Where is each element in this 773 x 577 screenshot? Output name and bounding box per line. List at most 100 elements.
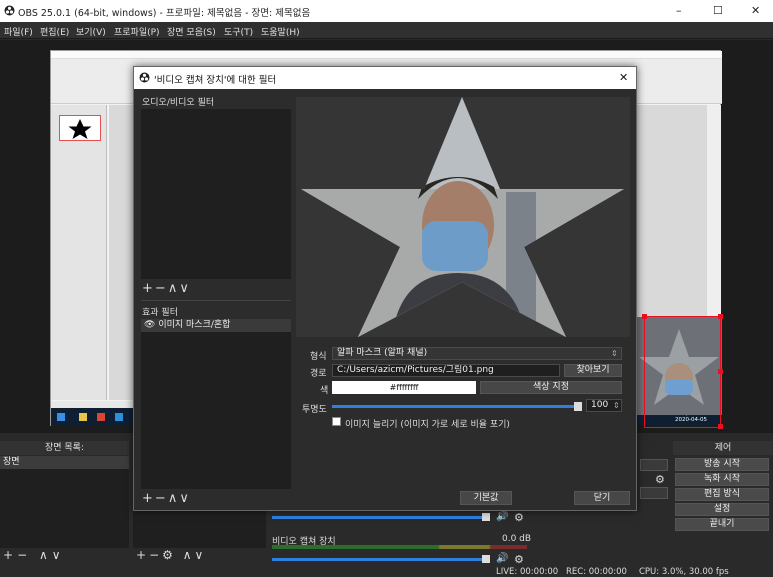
- scene-item[interactable]: 장면: [0, 456, 129, 469]
- menu-scene-collection[interactable]: 장면 모음(S): [167, 25, 216, 38]
- path-input[interactable]: C:/Users/azicm/Pictures/그림01.png: [332, 364, 560, 377]
- menu-file[interactable]: 파일(F): [4, 25, 33, 38]
- transition-duration[interactable]: [640, 487, 668, 499]
- menu-bar: 파일(F) 편집(E) 보기(V) 프로파일(P) 장면 모음(S) 도구(T)…: [0, 22, 773, 39]
- obs-logo-icon: [4, 5, 15, 16]
- browser-icon: [115, 413, 123, 421]
- source-selection-box[interactable]: [644, 316, 721, 428]
- rec-status: REC: 00:00:00: [566, 567, 627, 577]
- speaker-icon-2[interactable]: 🔊: [496, 553, 508, 564]
- scenes-dock-title: 장면 목록:: [0, 441, 129, 455]
- audio-video-filters-label: 오디오/비디오 필터: [142, 98, 215, 108]
- mixer-gear-icon[interactable]: ⚙: [514, 511, 524, 524]
- captured-slide-thumb: [59, 115, 101, 141]
- menu-profile[interactable]: 프로파일(P): [114, 25, 160, 38]
- opacity-slider-handle[interactable]: [574, 402, 582, 411]
- filter-preview: [296, 97, 630, 337]
- transition-gear-icon[interactable]: ⚙: [655, 473, 665, 486]
- captured-titlebar: [51, 51, 722, 59]
- scenes-list[interactable]: 장면: [0, 456, 129, 548]
- av-filter-down-button[interactable]: ∨: [179, 281, 191, 296]
- add-source-button[interactable]: +: [136, 548, 149, 562]
- folder-icon: [79, 413, 87, 421]
- scenes-footer: +− ∧∨: [3, 548, 65, 562]
- remove-av-filter-button[interactable]: −: [155, 281, 168, 296]
- browse-button[interactable]: 찾아보기: [564, 364, 622, 377]
- mixer-slider-handle-2[interactable]: [482, 555, 490, 563]
- sources-footer: +−⚙ ∧∨: [136, 548, 206, 562]
- mixer-gear-icon-2[interactable]: ⚙: [514, 553, 524, 566]
- resize-handle-tl[interactable]: [642, 314, 647, 319]
- studio-mode-button[interactable]: 편집 방식: [675, 488, 769, 501]
- add-effect-filter-button[interactable]: +: [142, 491, 155, 506]
- type-label: 형식: [310, 352, 327, 362]
- mixer-slider-2[interactable]: [272, 558, 482, 561]
- remove-effect-filter-button[interactable]: −: [155, 491, 168, 506]
- maximize-button[interactable]: ☐: [713, 4, 723, 17]
- star-masked-webcam-icon: [296, 97, 630, 337]
- type-select-value: 알파 마스크 (알파 채널): [337, 348, 428, 358]
- mixer-slider-handle-1[interactable]: [482, 513, 490, 521]
- dialog-title: '비디오 캡쳐 장치'에 대한 필터: [154, 75, 277, 86]
- settings-button[interactable]: 설정: [675, 503, 769, 516]
- speaker-icon[interactable]: 🔊: [496, 511, 508, 522]
- chevron-updown-icon: ⇕: [611, 349, 618, 358]
- av-filter-up-button[interactable]: ∧: [168, 281, 180, 296]
- start-streaming-button[interactable]: 방송 시작: [675, 458, 769, 471]
- title-bar: OBS 25.0.1 (64-bit, windows) - 프로파일: 제목없…: [0, 0, 773, 22]
- spin-updown-icon[interactable]: ⇕: [613, 400, 620, 411]
- add-av-filter-button[interactable]: +: [142, 281, 155, 296]
- resize-handle-br[interactable]: [718, 424, 723, 429]
- color-label: 색: [320, 386, 329, 396]
- mixer-slider-1[interactable]: [272, 516, 482, 519]
- defaults-button[interactable]: 기본값: [460, 491, 512, 505]
- audio-video-filters-list[interactable]: [141, 109, 291, 279]
- eye-icon[interactable]: 👁: [144, 320, 155, 330]
- close-button[interactable]: ✕: [751, 4, 760, 17]
- mixer-channel-db: 0.0 dB: [502, 534, 532, 544]
- opacity-value: 100: [591, 400, 609, 410]
- menu-help[interactable]: 도움말(H): [261, 25, 300, 38]
- controls-dock-title: 제어: [673, 441, 773, 455]
- menu-view[interactable]: 보기(V): [76, 25, 106, 38]
- type-select[interactable]: 알파 마스크 (알파 채널) ⇕: [332, 347, 622, 360]
- resize-handle-r[interactable]: [718, 369, 723, 374]
- resize-handle-tr[interactable]: [718, 314, 723, 319]
- menu-tools[interactable]: 도구(T): [224, 25, 253, 38]
- windows-start-icon: [57, 413, 65, 421]
- transition-combo[interactable]: [640, 459, 668, 471]
- exit-button[interactable]: 끝내기: [675, 518, 769, 531]
- source-properties-icon[interactable]: ⚙: [162, 548, 176, 562]
- stretch-image-checkbox[interactable]: [332, 417, 341, 426]
- scene-down-button[interactable]: ∨: [52, 548, 65, 562]
- remove-scene-button[interactable]: −: [17, 548, 31, 562]
- effect-filter-controls: +−∧∨: [142, 491, 191, 506]
- effect-filters-list[interactable]: 👁 이미지 마스크/혼합: [141, 319, 291, 489]
- captured-slide-panel: [51, 105, 107, 400]
- opacity-label: 투명도: [302, 405, 327, 415]
- menu-edit[interactable]: 편집(E): [40, 25, 69, 38]
- window-title: OBS 25.0.1 (64-bit, windows) - 프로파일: 제목없…: [18, 8, 311, 19]
- status-bar: LIVE: 00:00:00 REC: 00:00:00 CPU: 3.0%, …: [0, 566, 773, 577]
- av-filter-controls: +−∧∨: [142, 281, 191, 296]
- opacity-slider-track[interactable]: [332, 405, 578, 408]
- dialog-close-icon[interactable]: ✕: [619, 71, 628, 84]
- scene-up-button[interactable]: ∧: [39, 548, 52, 562]
- path-label: 경로: [310, 369, 327, 379]
- start-recording-button[interactable]: 녹화 시작: [675, 473, 769, 486]
- effect-filters-label: 효과 필터: [142, 308, 178, 318]
- source-up-button[interactable]: ∧: [183, 548, 195, 562]
- opacity-spinbox[interactable]: 100 ⇕: [586, 399, 622, 412]
- minimize-button[interactable]: –: [676, 4, 682, 17]
- app-icon: [97, 413, 105, 421]
- effect-filter-item[interactable]: 👁 이미지 마스크/혼합: [141, 319, 291, 332]
- effect-filter-item-label: 이미지 마스크/혼합: [158, 320, 231, 330]
- add-scene-button[interactable]: +: [3, 548, 17, 562]
- obs-logo-icon: [139, 72, 150, 83]
- select-color-button[interactable]: 색상 지정: [480, 381, 622, 394]
- remove-source-button[interactable]: −: [149, 548, 162, 562]
- dialog-close-button[interactable]: 닫기: [574, 491, 630, 505]
- effect-filter-down-button[interactable]: ∨: [179, 491, 191, 506]
- effect-filter-up-button[interactable]: ∧: [168, 491, 180, 506]
- source-down-button[interactable]: ∨: [195, 548, 207, 562]
